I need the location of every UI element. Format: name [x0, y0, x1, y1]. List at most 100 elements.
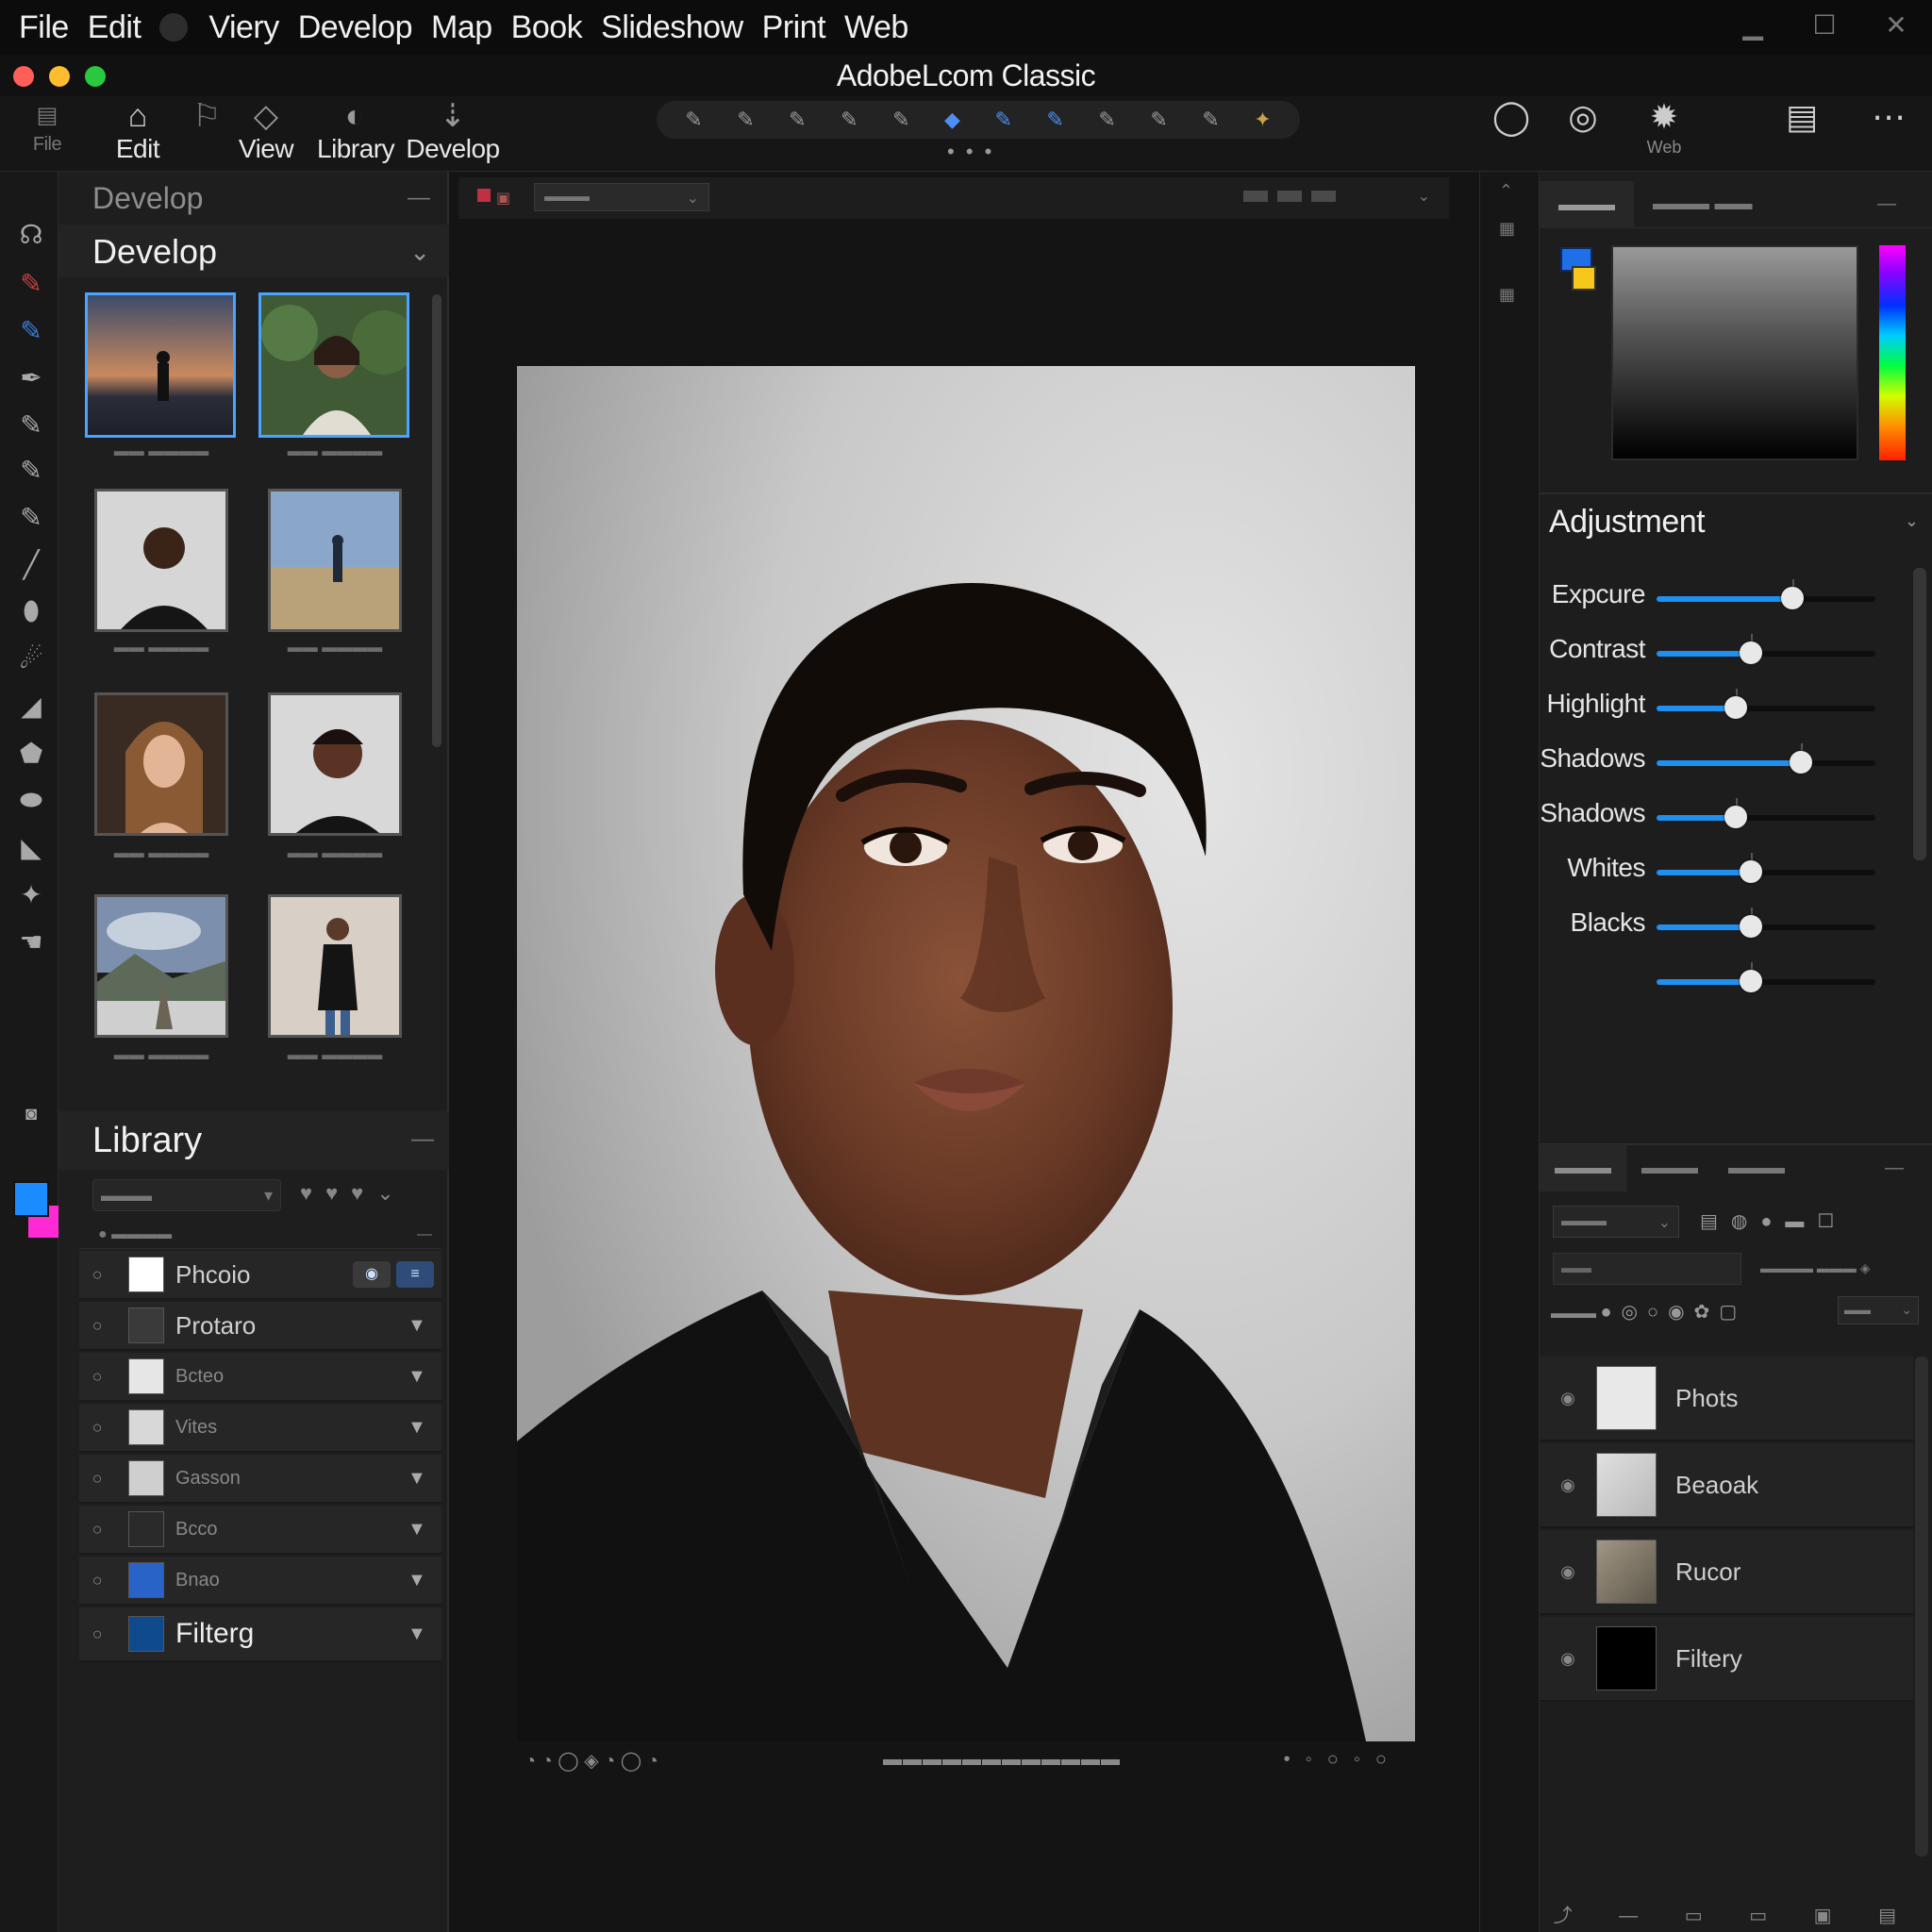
hue-slider[interactable] [1879, 245, 1906, 460]
view-button[interactable]: ◇ View [238, 98, 294, 164]
blob-tool-icon[interactable]: ⬮ [17, 596, 45, 627]
layer-row[interactable]: ○ Phcoio ◉ ≡ [79, 1251, 441, 1300]
main-photo[interactable] [517, 366, 1415, 1741]
layer-row[interactable]: ○ Bcteo ▼ [79, 1353, 441, 1402]
slider-knob[interactable] [1724, 696, 1747, 719]
blur-tool-icon[interactable]: ✎ [892, 108, 909, 132]
brush-tool-icon[interactable]: ✎ [17, 315, 45, 346]
pen-tool-icon[interactable]: ✎ [737, 108, 754, 132]
eraser-tool-icon[interactable]: ✎ [1098, 108, 1115, 132]
slider-knob[interactable] [1780, 587, 1804, 609]
menu-print[interactable]: Print [762, 9, 826, 46]
thumbnail-woman-trees[interactable] [258, 292, 409, 438]
menu-map[interactable]: Map [431, 9, 492, 46]
menu-web[interactable]: Web [844, 9, 908, 46]
foreground-color-swatch[interactable] [13, 1181, 49, 1217]
tab-tertiary[interactable]: ▬▬▬ [1713, 1158, 1800, 1179]
bucket-tool-icon[interactable]: ⬟ [17, 738, 45, 769]
lasso-button[interactable]: ◯ [1474, 96, 1549, 138]
visibility-icon[interactable]: ○ [79, 1367, 115, 1387]
flag-button[interactable]: ⚐ [192, 98, 221, 134]
thumbnail-landscape[interactable] [94, 894, 228, 1038]
thumbnail-field[interactable] [268, 489, 402, 632]
slider-knob[interactable] [1739, 641, 1762, 664]
fill-tool-icon[interactable]: ✎ [1046, 108, 1063, 132]
chevron-down-icon[interactable]: ⌄ [1905, 511, 1919, 531]
layer-row[interactable]: ○ Protaro ▼ [79, 1302, 441, 1351]
slider-knob[interactable] [1724, 806, 1747, 828]
eraser-tool-icon[interactable]: ◢ [17, 691, 45, 722]
sparkle-tool-icon[interactable]: ✦ [1254, 108, 1271, 132]
chevron-down-icon[interactable]: ▼ [408, 1366, 441, 1388]
pen-tool-icon[interactable]: ✒ [17, 362, 45, 393]
web-button[interactable]: ✹ Web [1626, 96, 1702, 158]
smudge-tool-icon[interactable]: ✎ [841, 108, 858, 132]
collapse-icon[interactable]: — [1870, 1158, 1919, 1179]
thumbnail-woman-portrait[interactable] [268, 692, 402, 836]
tab-photo[interactable]: ▬▬▬ [1540, 180, 1634, 228]
expand-icon[interactable]: ⌃ [1499, 181, 1513, 201]
layer-row[interactable]: ○ Vites ▼ [79, 1404, 441, 1453]
menu-book[interactable]: Book [511, 9, 583, 46]
brush-tool-icon[interactable]: ✎ [685, 108, 702, 132]
status-right-icons[interactable]: •◦○◦○ [1284, 1749, 1402, 1771]
slider-track[interactable] [1657, 853, 1875, 883]
chevron-down-icon[interactable]: ▼ [408, 1570, 441, 1591]
slider-knob[interactable] [1739, 970, 1762, 992]
layer-row[interactable]: ○ Bcco ▼ [79, 1506, 441, 1555]
lasso-tool-icon[interactable]: ☊ [17, 219, 45, 250]
dodge-tool-icon[interactable]: ◣ [17, 832, 45, 863]
chevron-down-icon[interactable]: ▼ [408, 1519, 441, 1541]
slider-knob[interactable] [1790, 751, 1813, 774]
chevron-down-icon[interactable]: ▼ [408, 1624, 441, 1645]
visibility-icon[interactable]: ◉ [1540, 1562, 1596, 1582]
canvas-mode-select[interactable]: ▬▬▬ ⌄ [534, 183, 709, 211]
file-button[interactable]: ▤ File [21, 98, 74, 156]
more-button[interactable]: ⋯ [1851, 96, 1926, 138]
gradient-tool-icon[interactable]: ✎ [994, 108, 1011, 132]
right-layer-row[interactable]: ◉ Filtery [1540, 1617, 1913, 1702]
hand-tool-icon[interactable]: ☚ [17, 926, 45, 958]
develop-button[interactable]: ⇣ Develop [406, 98, 500, 164]
color-chip[interactable] [1560, 247, 1598, 294]
layers-scrollbar[interactable] [1915, 1357, 1928, 1857]
visibility-icon[interactable]: ○ [79, 1418, 115, 1438]
menu-edit[interactable]: Edit [88, 9, 142, 46]
flag-icon[interactable]: ▣ [496, 189, 510, 208]
layer-row[interactable]: ○ Filterg ▼ [79, 1607, 441, 1662]
tag-eye-icon[interactable]: ◉ [353, 1261, 391, 1288]
right-layer-row[interactable]: ◉ Phots [1540, 1357, 1913, 1441]
slider-knob[interactable] [1739, 860, 1762, 883]
layer-tool-icons[interactable]: ●◎○◉✿▢ [1600, 1302, 1746, 1323]
layer-row[interactable]: ○ Gasson ▼ [79, 1455, 441, 1504]
visibility-icon[interactable]: ◉ [1540, 1649, 1596, 1669]
menu-develop[interactable]: Develop [298, 9, 413, 46]
visibility-icon[interactable]: ○ [79, 1469, 115, 1489]
color-picker-field[interactable] [1611, 245, 1858, 460]
visibility-icon[interactable]: ○ [79, 1265, 115, 1285]
visibility-icon[interactable]: ○ [79, 1571, 115, 1591]
blend-mode-select[interactable]: ▬▬▬ ⌄ [1553, 1206, 1679, 1238]
chevron-down-icon[interactable]: ▼ [408, 1315, 441, 1337]
grid-icon[interactable]: ▦ [1499, 219, 1515, 239]
panel-button[interactable]: ▤ [1764, 96, 1840, 138]
slider-knob[interactable] [1739, 915, 1762, 938]
right-layer-row[interactable]: ◉ Rucor [1540, 1530, 1913, 1615]
develop-header[interactable]: Develop ⌄ [58, 225, 449, 277]
library-filter-select[interactable]: ▬▬▬ ▾ [92, 1179, 281, 1211]
tag-list-icon[interactable]: ≡ [396, 1261, 434, 1288]
visibility-icon[interactable]: ◉ [1540, 1389, 1596, 1408]
slider-track[interactable] [1657, 798, 1875, 828]
mask-icon[interactable]: ◙ [17, 1104, 45, 1125]
chevron-down-icon[interactable]: ⌄ [1418, 187, 1430, 206]
line-tool-icon[interactable]: ╱ [17, 549, 45, 580]
slider-track[interactable] [1657, 689, 1875, 719]
status-left-icons[interactable]: ◔ ◔ ◯ ◈ ◔ ◯ ◔ [525, 1749, 658, 1773]
menu-file[interactable]: File [19, 9, 69, 46]
clone-tool-icon[interactable]: ✎ [1202, 108, 1219, 132]
view-mode-segments[interactable] [1243, 191, 1336, 202]
visibility-icon[interactable]: ○ [79, 1316, 115, 1336]
menu-slideshow[interactable]: Slideshow [601, 9, 743, 46]
visibility-icon[interactable]: ◉ [1540, 1475, 1596, 1495]
secondary-color-chip[interactable] [1572, 266, 1596, 291]
